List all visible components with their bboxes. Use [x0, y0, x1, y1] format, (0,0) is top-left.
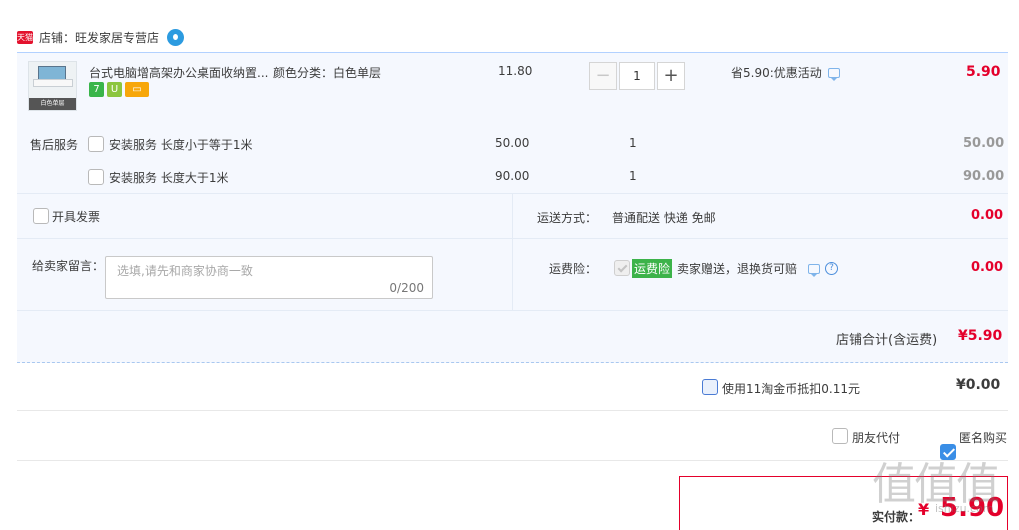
- install-service-price: 90.00: [495, 169, 530, 183]
- message-placeholder: 选填,请先和商家协商一致: [117, 264, 253, 278]
- seller-message-input[interactable]: 选填,请先和商家协商一致 0/200: [105, 256, 433, 299]
- insurance-checkbox: [614, 260, 630, 276]
- row-divider: [17, 310, 1008, 311]
- watermark-url: ishizu.com: [935, 502, 994, 515]
- comment-icon[interactable]: [808, 263, 821, 277]
- install-service-total: 90.00: [963, 169, 1005, 184]
- promo-info: 省5.90:优惠活动: [731, 64, 840, 81]
- taobao-coin-checkbox[interactable]: [702, 379, 718, 395]
- product-sku: 颜色分类：白色单层: [273, 66, 382, 80]
- unit-price: 11.80: [498, 64, 533, 78]
- taobao-coin-label: 使用11淘金币抵扣0.11元: [722, 382, 860, 396]
- wangwang-chat-icon[interactable]: [167, 28, 185, 46]
- monitor-graphic: [38, 66, 66, 80]
- install-service-checkbox[interactable]: [88, 169, 104, 185]
- thumbnail-caption: 白色单层: [29, 98, 76, 110]
- comment-icon[interactable]: [827, 67, 840, 81]
- insurance-info: 运费险 卖家赠送，退换货可赔 ?: [632, 259, 839, 278]
- insurance-fee: 0.00: [971, 260, 1004, 275]
- install-service-qty: 1: [629, 169, 637, 183]
- message-char-counter: 0/200: [389, 281, 424, 295]
- increase-quantity-button[interactable]: +: [657, 62, 685, 90]
- separator: [17, 460, 1008, 461]
- install-service-name: 安装服务 长度大于1米: [109, 171, 229, 185]
- after-sale-label: 售后服务: [30, 138, 79, 152]
- shipping-method: 普通配送 快递 免邮: [612, 211, 716, 225]
- shop-total-label: 店铺合计(含运费): [836, 333, 938, 348]
- invoice-checkbox[interactable]: [33, 208, 49, 224]
- shipping-label: 运送方式：: [537, 211, 598, 225]
- insurance-text: 卖家赠送，退换货可赔: [677, 262, 798, 276]
- quantity-stepper: − 1 +: [589, 62, 685, 90]
- shop-name-link[interactable]: 店铺：旺发家居专营店: [39, 29, 159, 46]
- guarantee-icon[interactable]: U: [107, 82, 122, 97]
- install-service-name: 安装服务 长度小于等于1米: [109, 138, 253, 152]
- product-thumbnail[interactable]: 白色单层: [28, 61, 77, 111]
- credit-card-icon[interactable]: ▭: [125, 82, 149, 97]
- invoice-label: 开具发票: [52, 210, 101, 224]
- quantity-input[interactable]: 1: [619, 62, 655, 90]
- separator: [17, 410, 1008, 411]
- shipping-fee: 0.00: [971, 208, 1004, 223]
- col-divider: [512, 194, 513, 310]
- insurance-label: 运费险：: [549, 262, 598, 276]
- install-service-checkbox[interactable]: [88, 136, 104, 152]
- friend-pay-label: 朋友代付: [852, 431, 901, 445]
- tmall-badge: 天猫: [17, 30, 33, 44]
- coin-discount-value: ¥0.00: [956, 377, 1001, 393]
- seven-day-return-icon[interactable]: 7: [89, 82, 104, 97]
- install-service-price: 50.00: [495, 136, 530, 150]
- install-service-qty: 1: [629, 136, 637, 150]
- friend-pay-checkbox[interactable]: [832, 428, 848, 444]
- message-label: 给卖家留言：: [32, 259, 105, 273]
- insurance-tag: 运费险: [632, 259, 673, 278]
- shelf-graphic: [33, 79, 73, 87]
- product-title-link[interactable]: 台式电脑增高架办公桌面收纳置...: [89, 64, 269, 81]
- decrease-quantity-button[interactable]: −: [589, 62, 617, 90]
- install-service-total: 50.00: [963, 136, 1005, 151]
- anonymous-purchase-label: 匿名购买: [959, 431, 1008, 445]
- shop-total-value: ¥5.90: [958, 328, 1003, 344]
- shop-header: 天猫 店铺：旺发家居专营店: [17, 27, 185, 47]
- service-badges: 7 U ▭: [89, 82, 149, 97]
- help-icon[interactable]: ?: [825, 262, 839, 275]
- item-subtotal: 5.90: [966, 64, 1001, 80]
- promo-text: 省5.90:优惠活动: [731, 66, 822, 80]
